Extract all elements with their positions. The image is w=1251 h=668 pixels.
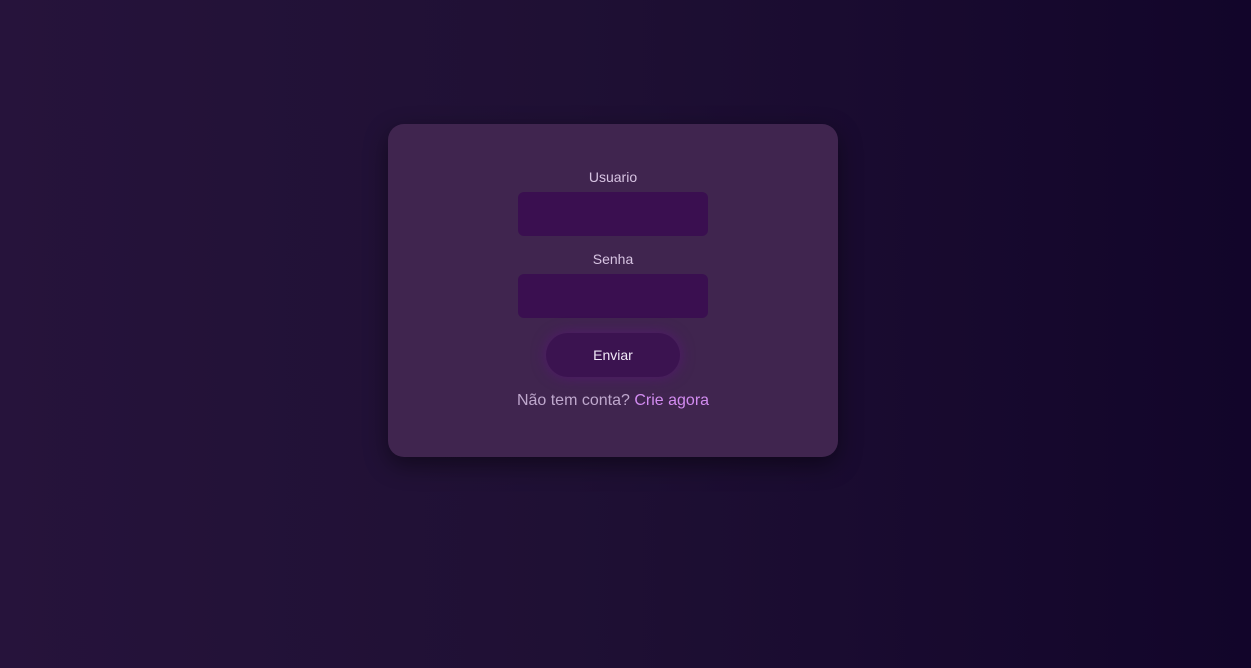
password-label: Senha (592, 251, 634, 267)
signup-link[interactable]: Crie agora (634, 392, 709, 409)
username-input[interactable] (518, 192, 708, 236)
signup-prompt: Não tem conta? (516, 392, 635, 409)
signup-line: Não tem conta? Crie agora (388, 392, 838, 410)
login-card: Usuario Senha Enviar Não tem conta? Crie… (388, 124, 838, 457)
password-input[interactable] (518, 274, 708, 318)
submit-button[interactable]: Enviar (546, 333, 680, 377)
username-label: Usuario (588, 169, 638, 185)
